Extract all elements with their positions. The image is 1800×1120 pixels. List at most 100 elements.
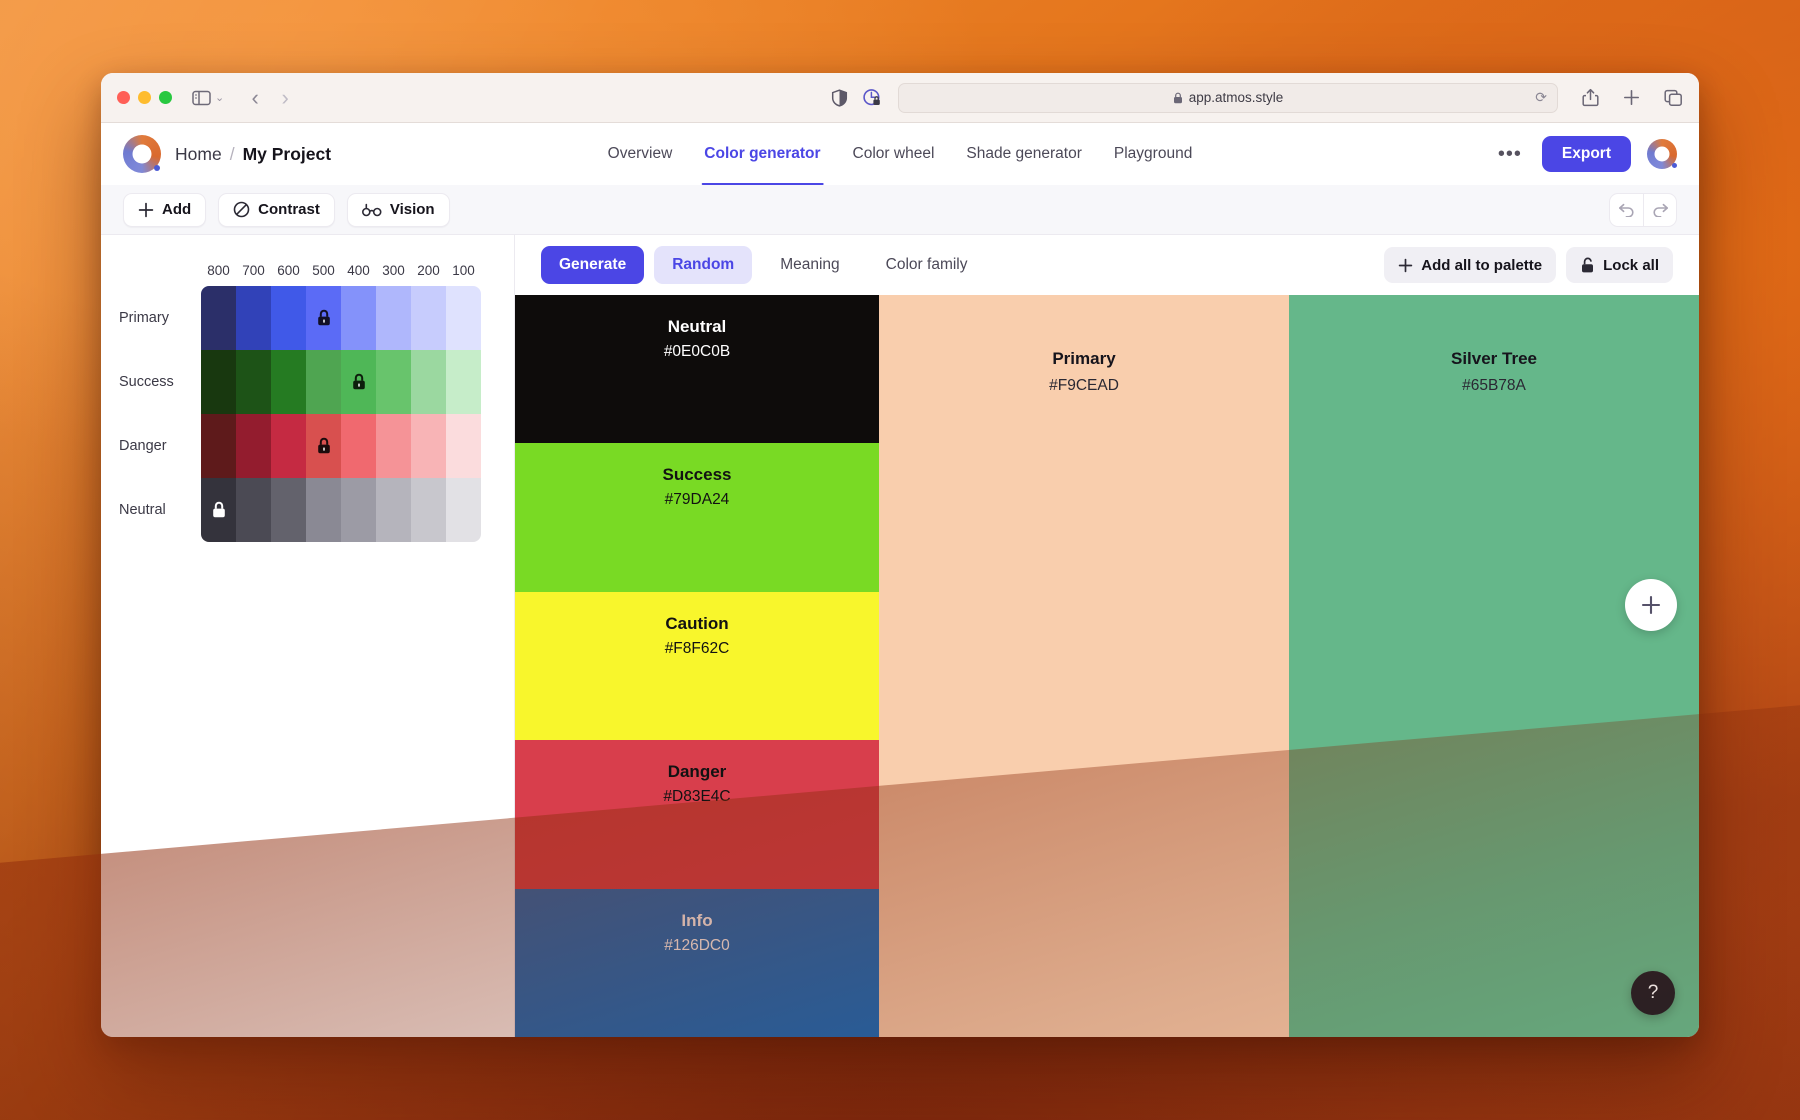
more-options-button[interactable]: ••• xyxy=(1494,143,1526,166)
shade-cell-success-300[interactable] xyxy=(376,350,411,414)
lock-all-button[interactable]: Lock all xyxy=(1566,247,1673,283)
palette-swatch-silver-tree[interactable]: Silver Tree #65B78A ? xyxy=(1289,295,1699,1037)
shade-cell-danger-100[interactable] xyxy=(446,414,481,478)
palette-swatch-neutral[interactable]: Neutral #0E0C0B xyxy=(515,295,879,443)
shade-cell-danger-500[interactable] xyxy=(306,414,341,478)
shade-cell-success-500[interactable] xyxy=(306,350,341,414)
tab-shade-generator[interactable]: Shade generator xyxy=(966,123,1081,185)
shade-cell-neutral-100[interactable] xyxy=(446,478,481,542)
app-logo-icon[interactable] xyxy=(123,135,161,173)
address-bar[interactable]: app.atmos.style ⟳ xyxy=(898,83,1558,113)
add-color-fab[interactable] xyxy=(1625,579,1677,631)
shade-cell-neutral-500[interactable] xyxy=(306,478,341,542)
lock-icon[interactable] xyxy=(211,501,227,519)
shade-cell-danger-600[interactable] xyxy=(271,414,306,478)
forward-button[interactable]: › xyxy=(270,85,300,111)
tab-overview-icon[interactable] xyxy=(1664,89,1683,107)
breadcrumb-home[interactable]: Home xyxy=(175,144,222,165)
shade-cell-neutral-600[interactable] xyxy=(271,478,306,542)
history-controls xyxy=(1609,193,1677,227)
plus-icon xyxy=(138,202,154,218)
shade-cell-primary-300[interactable] xyxy=(376,286,411,350)
lock-icon[interactable] xyxy=(316,437,332,455)
share-icon[interactable] xyxy=(1582,88,1599,107)
minimize-window-button[interactable] xyxy=(138,91,151,104)
shade-cell-primary-200[interactable] xyxy=(411,286,446,350)
shade-row-label-primary: Primary xyxy=(119,286,201,350)
privacy-report-icon[interactable] xyxy=(862,88,882,108)
shade-cell-primary-800[interactable] xyxy=(201,286,236,350)
shade-col-300: 300 xyxy=(376,263,411,278)
undo-button[interactable] xyxy=(1610,194,1643,226)
redo-button[interactable] xyxy=(1643,194,1676,226)
add-button[interactable]: Add xyxy=(123,193,206,227)
vision-button[interactable]: Vision xyxy=(347,193,450,227)
chevron-down-icon[interactable]: ⌄ xyxy=(215,91,224,104)
plus-icon xyxy=(1398,258,1413,273)
desktop-wallpaper: ⌄ ‹ › xyxy=(0,0,1800,1120)
new-tab-icon[interactable] xyxy=(1623,89,1640,106)
maximize-window-button[interactable] xyxy=(159,91,172,104)
add-all-to-palette-button[interactable]: Add all to palette xyxy=(1384,247,1556,283)
shade-grid-body: Primary Success Danger Neutral xyxy=(119,286,514,542)
lock-icon[interactable] xyxy=(316,309,332,327)
close-window-button[interactable] xyxy=(117,91,130,104)
shade-cell-primary-600[interactable] xyxy=(271,286,306,350)
swatch-name: Neutral xyxy=(668,317,727,337)
shade-cell-danger-700[interactable] xyxy=(236,414,271,478)
shade-grid-header: 800 700 600 500 400 300 200 100 xyxy=(119,263,514,278)
shade-cell-success-100[interactable] xyxy=(446,350,481,414)
shade-cell-success-800[interactable] xyxy=(201,350,236,414)
shade-cell-danger-200[interactable] xyxy=(411,414,446,478)
shade-cell-primary-700[interactable] xyxy=(236,286,271,350)
shade-cell-primary-400[interactable] xyxy=(341,286,376,350)
shade-cell-success-600[interactable] xyxy=(271,350,306,414)
shade-cell-danger-300[interactable] xyxy=(376,414,411,478)
shade-cell-success-200[interactable] xyxy=(411,350,446,414)
shade-cell-primary-500[interactable] xyxy=(306,286,341,350)
shade-cell-danger-800[interactable] xyxy=(201,414,236,478)
shield-icon[interactable] xyxy=(831,89,848,107)
lock-icon[interactable] xyxy=(351,373,367,391)
color-family-mode-button[interactable]: Color family xyxy=(868,246,986,284)
back-button[interactable]: ‹ xyxy=(240,85,270,111)
palette-swatch-danger[interactable]: Danger #D83E4C xyxy=(515,740,879,888)
shade-cell-success-700[interactable] xyxy=(236,350,271,414)
swatch-name: Info xyxy=(681,911,712,931)
avatar[interactable] xyxy=(1647,139,1677,169)
sidebar-toggle-icon[interactable] xyxy=(192,90,211,106)
tab-color-generator[interactable]: Color generator xyxy=(704,123,820,185)
shade-grid: 800 700 600 500 400 300 200 100 Primary … xyxy=(101,263,514,542)
glasses-icon xyxy=(362,203,382,217)
random-mode-button[interactable]: Random xyxy=(654,246,752,284)
shade-cell-danger-400[interactable] xyxy=(341,414,376,478)
export-button[interactable]: Export xyxy=(1542,136,1631,172)
tab-playground[interactable]: Playground xyxy=(1114,123,1192,185)
shade-row-label-danger: Danger xyxy=(119,414,201,478)
help-button[interactable]: ? xyxy=(1631,971,1675,1015)
shade-cell-primary-100[interactable] xyxy=(446,286,481,350)
tab-color-wheel[interactable]: Color wheel xyxy=(853,123,935,185)
shade-cell-neutral-700[interactable] xyxy=(236,478,271,542)
unlock-icon xyxy=(1580,257,1595,274)
shade-cell-neutral-400[interactable] xyxy=(341,478,376,542)
palette-swatch-primary[interactable]: Primary #F9CEAD xyxy=(879,295,1289,1037)
shade-cell-neutral-200[interactable] xyxy=(411,478,446,542)
palette-swatch-info[interactable]: Info #126DC0 xyxy=(515,889,879,1037)
meaning-mode-button[interactable]: Meaning xyxy=(762,246,857,284)
shade-cell-neutral-800[interactable] xyxy=(201,478,236,542)
breadcrumb-project[interactable]: My Project xyxy=(243,144,332,165)
window-controls[interactable] xyxy=(117,91,172,104)
palette-swatch-success[interactable]: Success #79DA24 xyxy=(515,443,879,591)
palette-swatch-caution[interactable]: Caution #F8F62C xyxy=(515,592,879,740)
shade-cell-success-400[interactable] xyxy=(341,350,376,414)
generate-button[interactable]: Generate xyxy=(541,246,644,284)
shade-cell-neutral-300[interactable] xyxy=(376,478,411,542)
reload-icon[interactable]: ⟳ xyxy=(1535,89,1547,106)
main-nav-tabs: Overview Color generator Color wheel Sha… xyxy=(608,123,1193,185)
tab-overview[interactable]: Overview xyxy=(608,123,673,185)
shade-row-neutral xyxy=(201,478,481,542)
contrast-button[interactable]: Contrast xyxy=(218,193,335,227)
shade-swatch-grid[interactable] xyxy=(201,286,481,542)
lock-icon xyxy=(1173,92,1183,104)
